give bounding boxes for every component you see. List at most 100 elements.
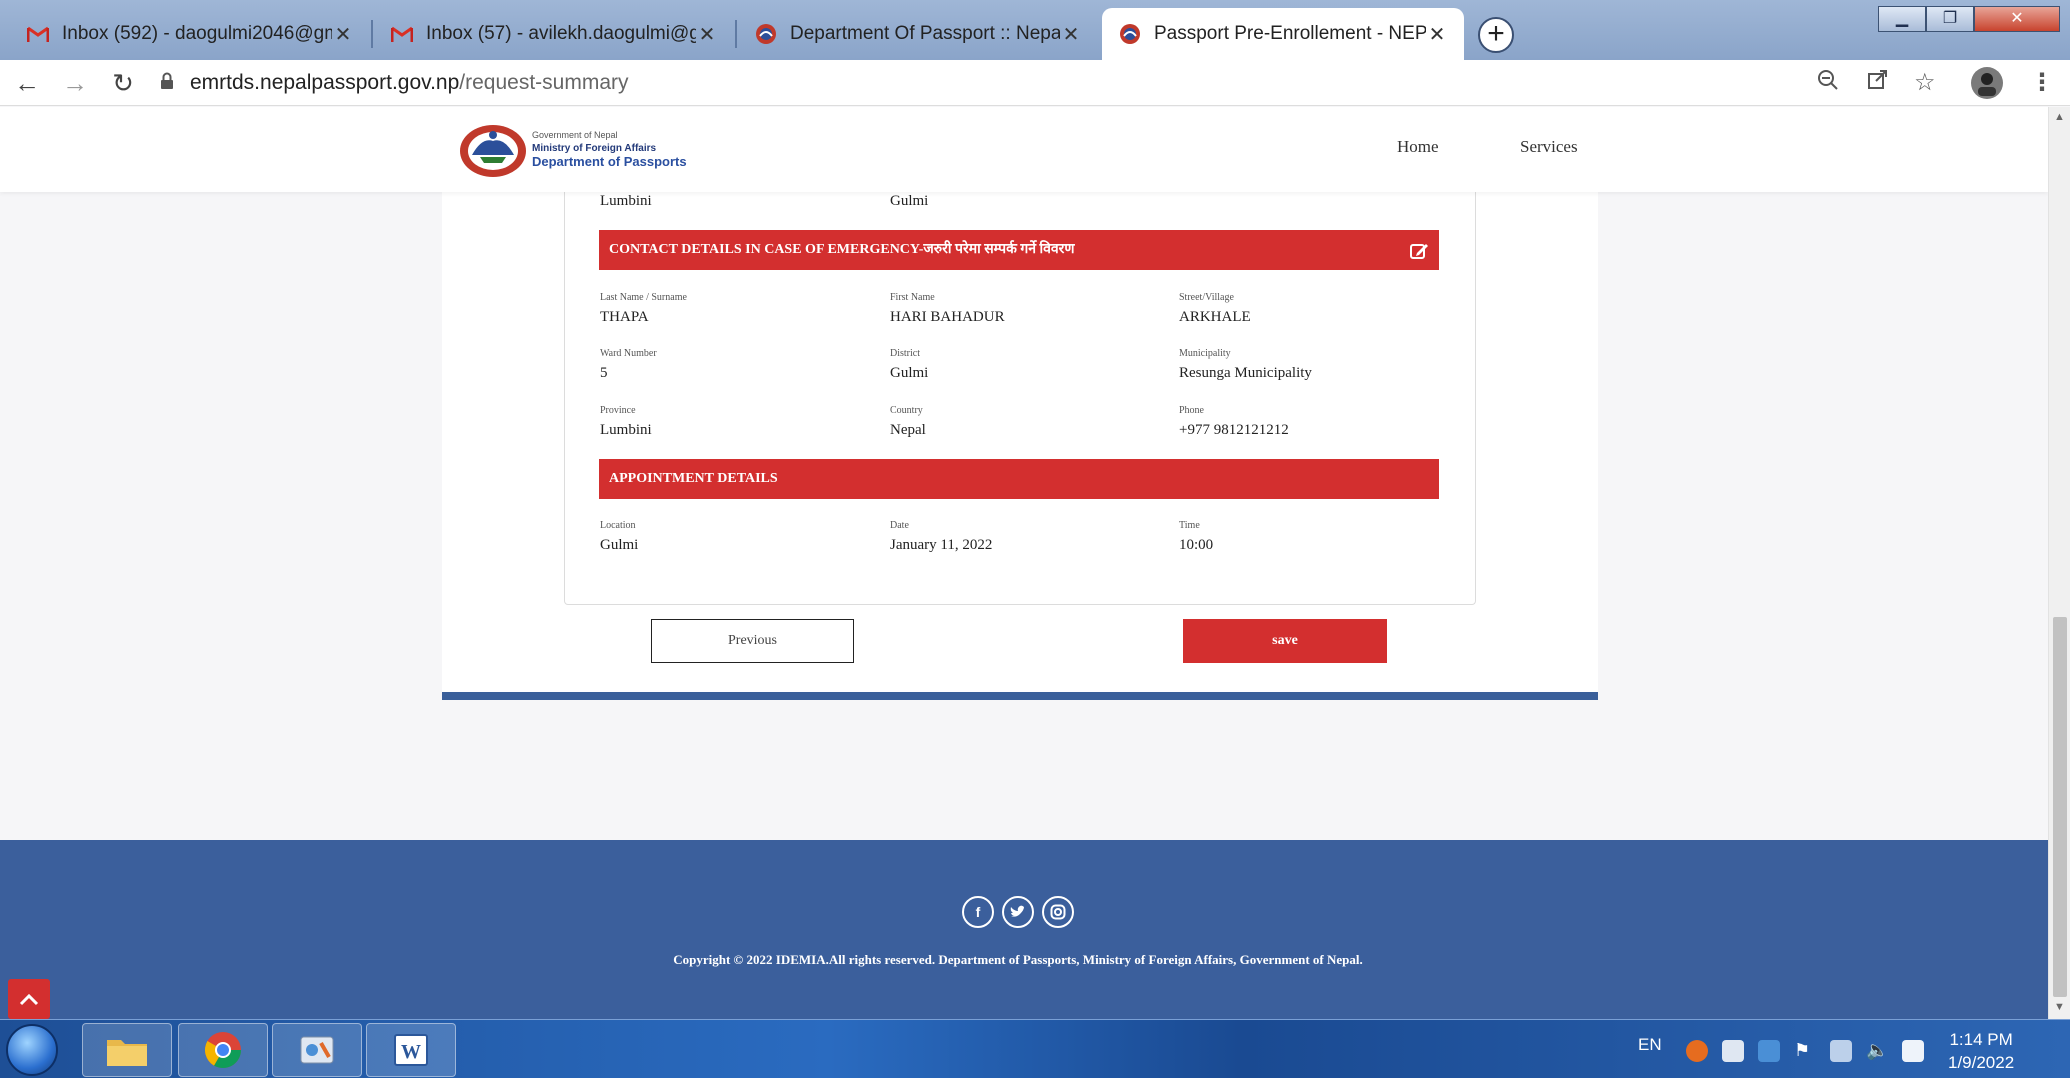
previous-section-province-value: Lumbini [600, 193, 652, 209]
field-date: Date January 11, 2022 [890, 520, 992, 554]
browser-tab-inbox-2[interactable]: Inbox (57) - avilekh.daogulmi@g ✕ [374, 8, 734, 60]
brand-line-department: Department of Passports [532, 154, 687, 169]
browser-tab-passport-pre-enrollment[interactable]: Passport Pre-Enrollement - NEPA ✕ [1102, 8, 1464, 60]
tray-display-icon[interactable] [1830, 1040, 1852, 1062]
field-location: Location Gulmi [600, 520, 638, 554]
browser-menu-icon[interactable]: ⋮ [2030, 68, 2054, 97]
scroll-down-arrow-icon[interactable]: ▼ [2054, 1001, 2065, 1013]
twitter-icon[interactable] [1002, 896, 1034, 928]
windows-taskbar: W EN ⚑ 🔈 1:14 PM 1/9/2022 [0, 1019, 2070, 1078]
tray-network-icon[interactable] [1722, 1040, 1744, 1062]
taskbar-clock[interactable]: 1:14 PM 1/9/2022 [1948, 1028, 2014, 1074]
tray-app-icon[interactable] [1686, 1040, 1708, 1062]
field-time: Time 10:00 [1179, 520, 1213, 554]
field-value: Nepal [890, 422, 926, 438]
close-tab-icon[interactable]: ✕ [1060, 22, 1082, 47]
word-icon: W [394, 1034, 428, 1066]
tab-title: Inbox (592) - daogulmi2046@gm [62, 23, 332, 44]
field-label: Province [600, 405, 636, 416]
facebook-icon[interactable]: f [962, 896, 994, 928]
field-value: THAPA [600, 309, 649, 325]
passport-emblem-icon [1118, 22, 1142, 46]
site-footer: f Copyright © 2022 IDEMIA.All rights res… [0, 840, 2048, 1019]
field-value: Gulmi [600, 537, 639, 553]
browser-tab-inbox-1[interactable]: Inbox (592) - daogulmi2046@gm ✕ [10, 8, 370, 60]
nav-home[interactable]: Home [1397, 137, 1439, 157]
field-ward-number: Ward Number 5 [600, 348, 657, 382]
chevron-up-icon [19, 993, 39, 1006]
folder-icon [107, 1040, 147, 1066]
tab-title: Passport Pre-Enrollement - NEPA [1154, 23, 1426, 44]
field-label: Street/Village [1179, 292, 1234, 303]
speaker-muted-icon[interactable]: 🔈 [1866, 1040, 1888, 1062]
reload-icon[interactable]: ↻ [108, 68, 138, 98]
nav-services[interactable]: Services [1520, 137, 1578, 157]
field-municipality: Municipality Resunga Municipality [1179, 348, 1312, 382]
window-controls: ▁ ❐ ✕ [1878, 6, 2060, 32]
browser-tab-department-of-passport[interactable]: Department Of Passport :: Nepal ✕ [738, 8, 1098, 60]
save-button[interactable]: save [1183, 619, 1387, 663]
url-field[interactable]: emrtds.nepalpassport.gov.np/request-summ… [160, 65, 1800, 101]
field-phone: Phone +977 9812121212 [1179, 405, 1289, 439]
zoom-icon[interactable] [1816, 68, 1840, 99]
field-label: Date [890, 520, 909, 531]
field-value: +977 9812121212 [1179, 422, 1289, 438]
field-label: First Name [890, 292, 935, 303]
maximize-button[interactable]: ❐ [1926, 6, 1974, 32]
forward-arrow-icon[interactable]: → [60, 68, 90, 98]
site-header: Government of Nepal Ministry of Foreign … [0, 107, 2048, 192]
minimize-button[interactable]: ▁ [1878, 6, 1926, 32]
language-indicator[interactable]: EN [1638, 1035, 1662, 1055]
chrome-icon [204, 1032, 241, 1069]
close-window-button[interactable]: ✕ [1974, 6, 2060, 32]
field-province: Province Lumbini [600, 405, 652, 439]
share-icon[interactable] [1866, 68, 1890, 99]
url-host: emrtds.nepalpassport.gov.np [190, 71, 460, 94]
field-street-village: Street/Village ARKHALE [1179, 292, 1251, 326]
tab-title: Department Of Passport :: Nepal [790, 23, 1060, 44]
taskbar-file-explorer[interactable] [82, 1023, 172, 1077]
close-tab-icon[interactable]: ✕ [696, 22, 718, 47]
appointment-details-title: APPOINTMENT DETAILS [609, 471, 778, 486]
emergency-contact-header: CONTACT DETAILS IN CASE OF EMERGENCY-जरु… [599, 230, 1439, 270]
brand-line-government: Government of Nepal [532, 130, 618, 140]
field-label: Time [1179, 520, 1200, 531]
edit-icon[interactable] [1409, 238, 1429, 259]
nepal-emblem-logo[interactable] [458, 121, 528, 179]
scroll-to-top-button[interactable] [8, 979, 50, 1019]
lock-icon [160, 72, 174, 95]
page-scrollbar[interactable]: ▲ ▼ [2048, 107, 2070, 1019]
previous-button[interactable]: Previous [651, 619, 854, 663]
action-center-flag-icon[interactable]: ⚑ [1794, 1040, 1816, 1062]
field-country: Country Nepal [890, 405, 926, 439]
field-label: Location [600, 520, 636, 531]
tab-title: Inbox (57) - avilekh.daogulmi@g [426, 23, 696, 44]
taskbar-word[interactable]: W [366, 1023, 456, 1077]
web-page: Lumbini Gulmi CONTACT DETAILS IN CASE OF… [0, 107, 2048, 1019]
tray-messenger-icon[interactable] [1902, 1040, 1924, 1062]
taskbar-control-panel[interactable] [272, 1023, 362, 1077]
appointment-details-header: APPOINTMENT DETAILS [599, 459, 1439, 499]
close-tab-icon[interactable]: ✕ [332, 22, 354, 47]
copyright-text: Copyright © 2022 IDEMIA.All rights reser… [673, 952, 1363, 967]
gmail-icon [26, 22, 50, 46]
start-button[interactable] [6, 1024, 58, 1076]
profile-avatar[interactable] [1970, 66, 2004, 107]
scrollbar-thumb[interactable] [2053, 617, 2067, 997]
taskbar-chrome[interactable] [178, 1023, 268, 1077]
scroll-up-arrow-icon[interactable]: ▲ [2054, 111, 2065, 123]
field-value: January 11, 2022 [890, 537, 993, 553]
tab-separator [735, 20, 737, 48]
new-tab-button[interactable]: + [1478, 17, 1514, 53]
bookmark-star-icon[interactable]: ☆ [1914, 68, 1936, 97]
field-first-name: First Name HARI BAHADUR [890, 292, 1005, 326]
instagram-icon[interactable] [1042, 896, 1074, 928]
tray-update-icon[interactable] [1758, 1040, 1780, 1062]
browser-tab-bar: Inbox (592) - daogulmi2046@gm ✕ Inbox (5… [0, 0, 2070, 60]
card-bottom-border [442, 692, 1598, 700]
control-panel-icon [300, 1036, 334, 1064]
svg-text:W: W [401, 1041, 421, 1063]
close-tab-icon[interactable]: ✕ [1426, 22, 1448, 47]
back-arrow-icon[interactable]: ← [12, 68, 42, 98]
field-value: HARI BAHADUR [890, 309, 1005, 325]
